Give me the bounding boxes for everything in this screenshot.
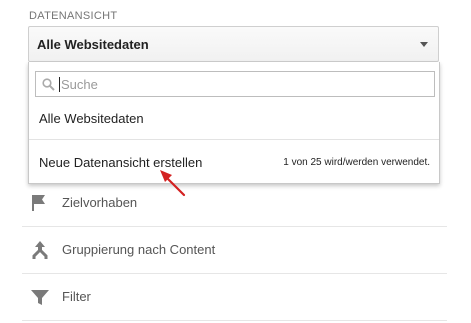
search-input[interactable] [61, 74, 421, 94]
search-icon [42, 78, 55, 91]
view-dropdown-panel: Alle Websitedaten Neue Datenansicht erst… [28, 62, 440, 184]
merge-arrow-icon [32, 241, 48, 259]
section-label-datenansicht: DATENANSICHT [29, 10, 118, 22]
filter-icon [31, 290, 49, 305]
divider [29, 139, 439, 140]
nav-item-zielvorhaben[interactable]: Zielvorhaben [22, 179, 447, 227]
search-box[interactable] [35, 71, 435, 97]
nav-item-gruppierung-nach-content[interactable]: Gruppierung nach Content [22, 226, 447, 274]
nav-item-filter[interactable]: Filter [22, 273, 447, 321]
nav-item-label: Filter [62, 289, 91, 304]
usage-count-text: 1 von 25 wird/werden verwendet. [283, 157, 430, 168]
text-cursor [59, 77, 60, 92]
nav-item-label: Zielvorhaben [62, 195, 138, 210]
view-select-value: Alle Websitedaten [37, 37, 149, 52]
dropdown-option-alle-websitedaten[interactable]: Alle Websitedaten [39, 111, 144, 126]
chevron-down-icon [420, 42, 428, 47]
view-select[interactable]: Alle Websitedaten [28, 26, 439, 62]
flag-icon [32, 195, 45, 211]
nav-item-label: Gruppierung nach Content [62, 242, 216, 257]
